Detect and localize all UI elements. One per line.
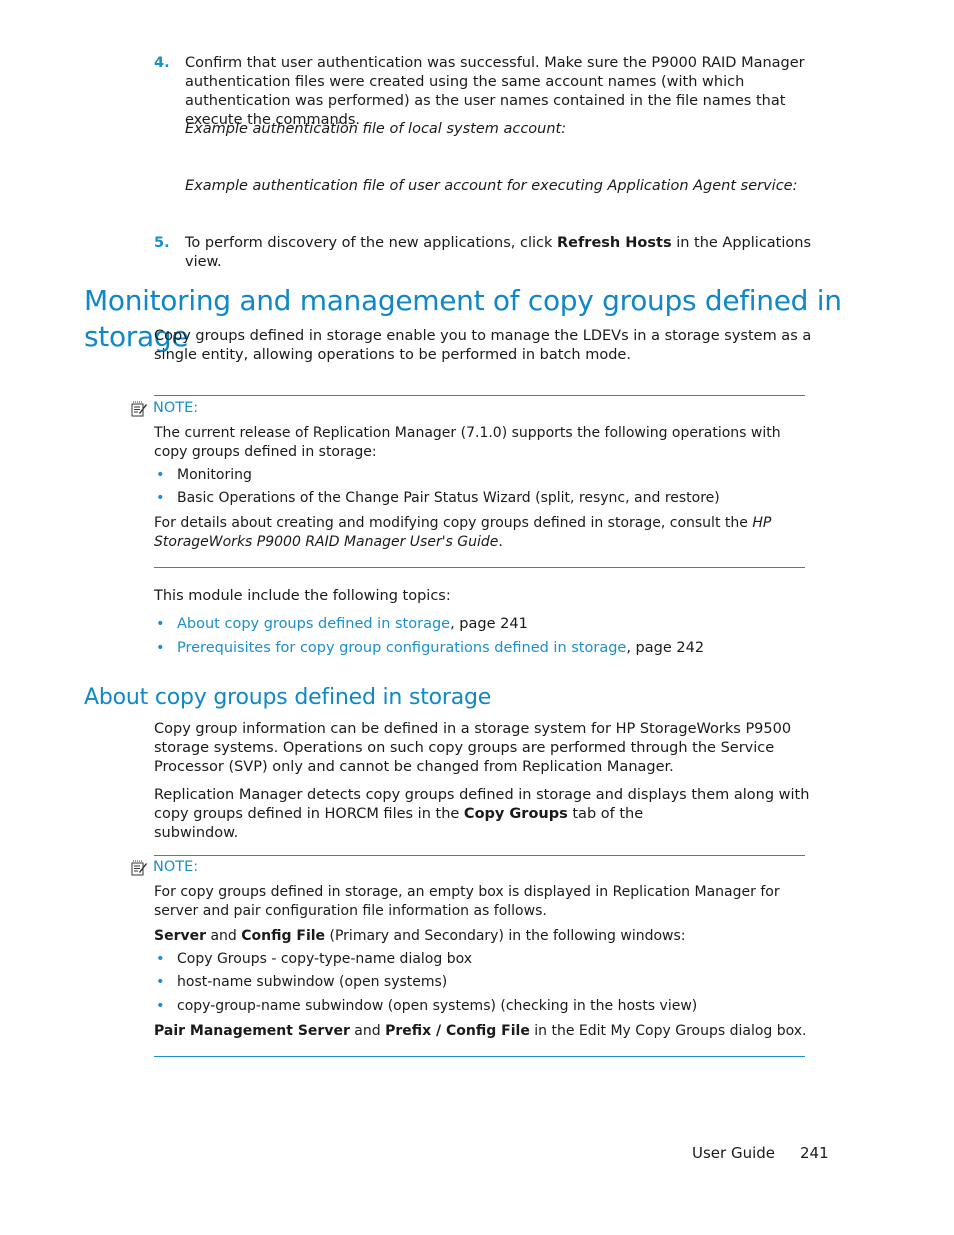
note-icon: [131, 401, 148, 417]
note-label: NOTE:: [153, 859, 199, 875]
text: and: [206, 928, 242, 944]
page-number: 241: [800, 1144, 829, 1162]
note-label: NOTE:: [153, 400, 199, 416]
note-bullet: Copy Groups - copy-type-name dialog box: [177, 951, 473, 967]
note-bullet: host-name subwindow (open systems): [177, 974, 448, 990]
ui-term: Refresh Hosts: [557, 235, 672, 251]
note-top-rule: [154, 395, 805, 396]
note-icon: [131, 860, 148, 876]
subsection-heading: About copy groups defined in storage: [84, 685, 492, 710]
topic-link[interactable]: About copy groups defined in storage: [177, 616, 450, 632]
note-header: NOTE:: [131, 858, 198, 877]
bullet-icon: •: [156, 640, 165, 656]
bullet-icon: •: [156, 951, 165, 967]
text: (Primary and Secondary) in the following…: [325, 928, 686, 944]
bullet-icon: •: [156, 616, 165, 632]
text: .: [498, 534, 503, 550]
note-details: For details about creating and modifying…: [154, 514, 814, 552]
text: For details about creating and modifying…: [154, 515, 753, 531]
example-caption: Example authentication file of local sys…: [185, 121, 567, 137]
topic-link[interactable]: Prerequisites for copy group configurati…: [177, 640, 626, 656]
note-bullet: Monitoring: [177, 467, 252, 483]
paragraph: Replication Manager detects copy groups …: [154, 786, 814, 843]
example-caption: Example authentication file of user acco…: [185, 178, 798, 194]
note-text: The current release of Replication Manag…: [154, 425, 781, 460]
note-line: Pair Management Server and Prefix / Conf…: [154, 1022, 819, 1041]
step-text: To perform discovery of the new applicat…: [185, 234, 835, 272]
ui-term: Prefix / Config File: [385, 1023, 530, 1039]
note-header: NOTE:: [131, 399, 198, 418]
topic-item: Prerequisites for copy group configurati…: [177, 639, 704, 658]
text: and: [349, 1023, 386, 1039]
note-top-rule: [154, 855, 805, 856]
step-number: 4.: [154, 55, 170, 71]
step-number: 5.: [154, 235, 170, 251]
ui-term: Pair Management Server: [154, 1023, 350, 1039]
paragraph: Copy group information can be defined in…: [154, 721, 792, 775]
page-ref: , page 242: [626, 640, 705, 656]
bullet-icon: •: [156, 974, 165, 990]
topic-item: About copy groups defined in storage, pa…: [177, 615, 528, 634]
bullet-icon: •: [156, 467, 165, 483]
ui-term: Server: [154, 928, 207, 944]
bullet-icon: •: [156, 998, 165, 1014]
text: To perform discovery of the new applicat…: [185, 235, 557, 251]
text: subwindow.: [154, 825, 239, 841]
text: in the Edit My Copy Groups dialog box.: [529, 1023, 807, 1039]
ui-term: Config File: [241, 928, 326, 944]
note-bottom-rule: [154, 567, 805, 568]
topics-intro: This module include the following topics…: [154, 588, 451, 604]
bullet-icon: •: [156, 490, 165, 506]
footer-label: User Guide: [692, 1144, 776, 1162]
section-intro: Copy groups defined in storage enable yo…: [154, 328, 812, 363]
note-line: Server and Config File (Primary and Seco…: [154, 927, 819, 946]
note-bottom-rule: [154, 1056, 805, 1057]
text: tab of the: [567, 806, 648, 822]
note-text: For copy groups defined in storage, an e…: [154, 884, 780, 919]
page-ref: , page 241: [450, 616, 528, 632]
step-text: Confirm that user authentication was suc…: [185, 55, 805, 128]
ui-term: Copy Groups: [463, 806, 568, 822]
note-bullet: copy-group-name subwindow (open systems)…: [177, 998, 698, 1014]
note-bullet: Basic Operations of the Change Pair Stat…: [177, 490, 720, 506]
